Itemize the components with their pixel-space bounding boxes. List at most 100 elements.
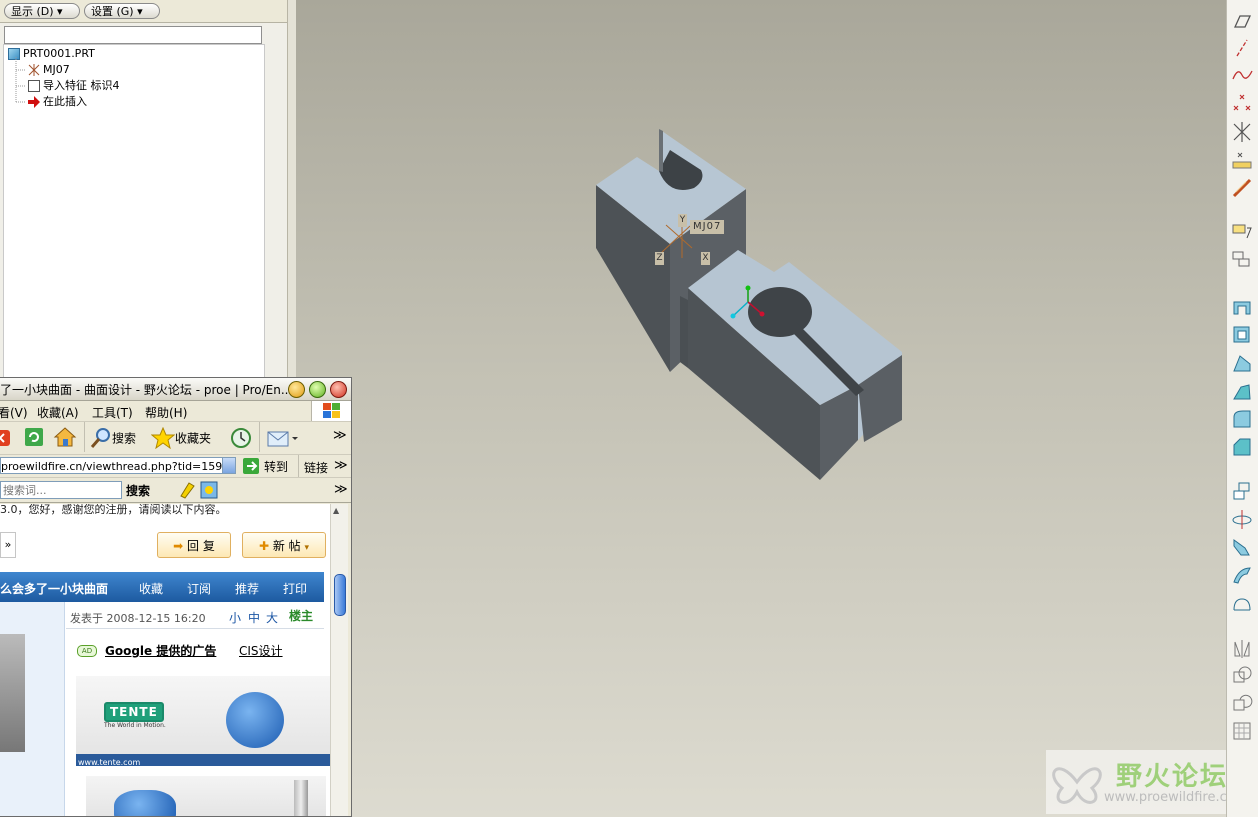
mail-icon[interactable] <box>267 428 299 448</box>
part-model <box>596 129 902 480</box>
windows-logo-icon <box>311 401 351 421</box>
tree-item-label: 在此插入 <box>43 95 87 108</box>
welcome-notice: 3.0，您好，感谢您的注册，请阅读以下内容。 <box>0 504 227 516</box>
font-size-medium[interactable]: 中 <box>248 609 260 626</box>
search-toolbar-button[interactable]: 搜索 <box>126 482 150 499</box>
show-menu-button[interactable]: 显示 (D) ▾ <box>4 3 80 19</box>
tree-item-csys[interactable]: MJ07 <box>28 62 70 78</box>
toolbar-separator <box>84 422 85 452</box>
mirror-icon[interactable] <box>1231 638 1253 660</box>
tree-item-label: MJ07 <box>43 63 70 76</box>
rib-icon[interactable] <box>1231 381 1253 403</box>
graphics-window[interactable]: Y MJ07 Z X <box>296 0 1228 817</box>
scroll-up-icon[interactable]: ▲ <box>333 506 339 515</box>
minimize-button[interactable] <box>288 381 305 398</box>
links-button[interactable]: 链接 <box>304 459 328 476</box>
thread-action-print[interactable]: 打印 <box>283 580 307 597</box>
layer-icon[interactable] <box>1231 248 1253 270</box>
shell-icon[interactable] <box>1231 323 1253 345</box>
chamfer-icon[interactable] <box>1231 436 1253 458</box>
ad-link[interactable]: CIS设计 <box>239 642 283 659</box>
google-ads-link[interactable]: Google 提供的广告 <box>105 642 216 659</box>
advertisement-banner[interactable]: TENTE The World in Motion. www.tente.com <box>76 676 330 767</box>
axis-label-x: X <box>701 252 710 265</box>
menu-help[interactable]: 帮助(H) <box>145 404 187 421</box>
blend-icon[interactable] <box>1231 564 1253 586</box>
offset-icon[interactable] <box>1231 720 1253 742</box>
search-options-icon[interactable] <box>200 481 218 499</box>
thread-action-subscribe[interactable]: 订阅 <box>187 580 211 597</box>
font-size-small[interactable]: 小 <box>229 609 241 626</box>
coordinate-system-icon[interactable] <box>1231 177 1253 199</box>
highlight-icon[interactable] <box>178 481 196 499</box>
datum-plane-icon[interactable] <box>1231 10 1253 32</box>
reply-button[interactable]: ➡ 回 复 <box>157 532 231 558</box>
round-icon[interactable] <box>1231 408 1253 430</box>
butterfly-logo-icon <box>1052 767 1102 804</box>
csys-label: MJ07 <box>690 220 725 234</box>
settings-menu-button[interactable]: 设置 (G) ▾ <box>84 3 160 19</box>
scroll-thumb[interactable] <box>334 574 346 616</box>
address-input[interactable]: proewildfire.cn/viewthread.php?tid=15915… <box>0 457 236 474</box>
browser-window: 了一小块曲面 - 曲面设计 - 野火论坛 - proe | Pro/En... … <box>0 377 352 817</box>
search-overflow-icon[interactable]: ≫ <box>334 482 348 497</box>
thread-title: 么会多了一小块曲面 <box>0 582 109 596</box>
tree-item-insert-here[interactable]: 在此插入 <box>28 94 87 110</box>
field-point-icon[interactable] <box>1231 149 1253 171</box>
stop-icon[interactable] <box>0 428 12 448</box>
address-dropdown-icon[interactable] <box>222 457 236 474</box>
menu-tools[interactable]: 工具(T) <box>92 404 133 421</box>
browser-title-bar[interactable]: 了一小块曲面 - 曲面设计 - 野火论坛 - proe | Pro/En... <box>0 378 351 401</box>
boundary-icon[interactable] <box>1231 593 1253 615</box>
caster-wheel-image <box>226 692 284 748</box>
datum-curve-icon[interactable] <box>1231 64 1253 86</box>
home-icon[interactable] <box>53 426 77 448</box>
ad-badge: AD <box>77 645 97 657</box>
pattern-icon[interactable] <box>1231 480 1253 502</box>
search-button[interactable]: 搜索 <box>90 427 136 449</box>
merge-icon[interactable] <box>1231 664 1253 686</box>
browser-menu-bar: 看(V) 收藏(A) 工具(T) 帮助(H) <box>0 401 351 422</box>
tree-item-import-feature[interactable]: 导入特征 标识4 <box>28 78 120 94</box>
tree-scrollbar[interactable] <box>287 0 296 380</box>
thread-action-recommend[interactable]: 推荐 <box>235 580 259 597</box>
sweep-icon[interactable] <box>1231 536 1253 558</box>
history-icon[interactable] <box>230 427 252 449</box>
offset-point-icon[interactable] <box>1231 121 1253 143</box>
font-size-large[interactable]: 大 <box>266 609 278 626</box>
menu-favorites[interactable]: 收藏(A) <box>37 404 79 421</box>
thread-action-favorite[interactable]: 收藏 <box>139 580 163 597</box>
revolve-icon[interactable] <box>1231 508 1253 530</box>
author-avatar <box>0 634 25 752</box>
refresh-icon[interactable] <box>24 427 44 447</box>
web-page-content: 3.0，您好，感谢您的注册，请阅读以下内容。 » ➡ 回 复 ✚ 新 帖 ▾ 么… <box>0 504 330 816</box>
draft-icon[interactable] <box>1231 352 1253 374</box>
watermark-title: 野火论坛 <box>1116 762 1229 792</box>
axis-label-z: Z <box>655 252 664 265</box>
new-post-button[interactable]: ✚ 新 帖 ▾ <box>242 532 326 558</box>
datum-axis-icon[interactable] <box>1231 37 1253 59</box>
pager-prev-button[interactable]: » <box>0 532 16 558</box>
floor-label: 楼主 <box>289 609 314 623</box>
analysis-icon[interactable] <box>1231 220 1253 242</box>
ad-brand-logo: TENTE <box>104 702 164 722</box>
browser-title: 了一小块曲面 - 曲面设计 - 野火论坛 - proe | Pro/En... <box>0 383 293 397</box>
search-input[interactable] <box>0 481 122 499</box>
favorites-button[interactable]: 收藏夹 <box>150 426 211 450</box>
tree-connector-lines <box>15 57 26 103</box>
toolbar-overflow-icon[interactable]: ≫ <box>333 428 347 443</box>
go-button[interactable]: 转到 <box>242 457 288 475</box>
links-overflow-icon[interactable]: ≫ <box>334 458 348 473</box>
author-sidebar <box>0 602 65 816</box>
datum-point-icon[interactable] <box>1231 93 1253 115</box>
close-button[interactable] <box>330 381 347 398</box>
browser-scrollbar[interactable]: ▲ <box>330 504 348 816</box>
menu-view[interactable]: 看(V) <box>0 404 28 421</box>
tree-filter-field[interactable] <box>4 26 262 44</box>
extrude-icon[interactable] <box>1231 296 1253 318</box>
advertisement-banner-2[interactable] <box>86 776 326 816</box>
toolbar-separator <box>259 422 260 452</box>
caster-wheel-image <box>114 790 176 816</box>
maximize-button[interactable] <box>309 381 326 398</box>
trim-icon[interactable] <box>1231 692 1253 714</box>
